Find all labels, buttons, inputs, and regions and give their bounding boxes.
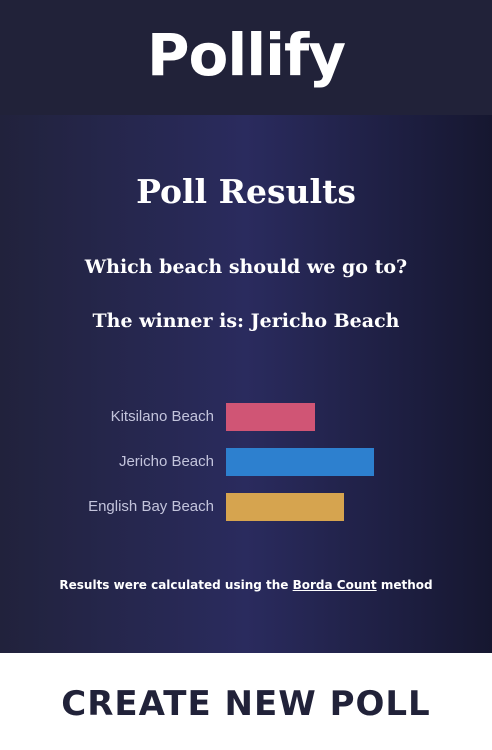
create-new-poll-button[interactable]: CREATE NEW POLL	[61, 684, 430, 724]
bar-kitsilano-beach	[226, 403, 315, 431]
footnote-suffix: method	[376, 578, 433, 592]
app-logo[interactable]: Pollify	[147, 21, 346, 89]
borda-count-link[interactable]: Borda Count	[293, 578, 377, 592]
cta-area: CREATE NEW POLL	[0, 653, 492, 750]
bar-label: Jericho Beach	[118, 453, 214, 470]
results-panel: Poll Results Which beach should we go to…	[0, 115, 492, 653]
results-bar-chart: Kitsilano Beach Jericho Beach English Bay …	[0, 115, 492, 653]
app-header: Pollify	[0, 0, 492, 115]
bar-jericho-beach	[226, 448, 374, 476]
bar-english-bay-beach	[226, 493, 344, 521]
bar-label: Kitsilano Beach	[110, 408, 214, 425]
footnote-prefix: Results were calculated using the	[59, 578, 293, 592]
method-footnote: Results were calculated using the Borda …	[0, 578, 492, 592]
bar-label: English Bay Beach	[88, 498, 214, 515]
